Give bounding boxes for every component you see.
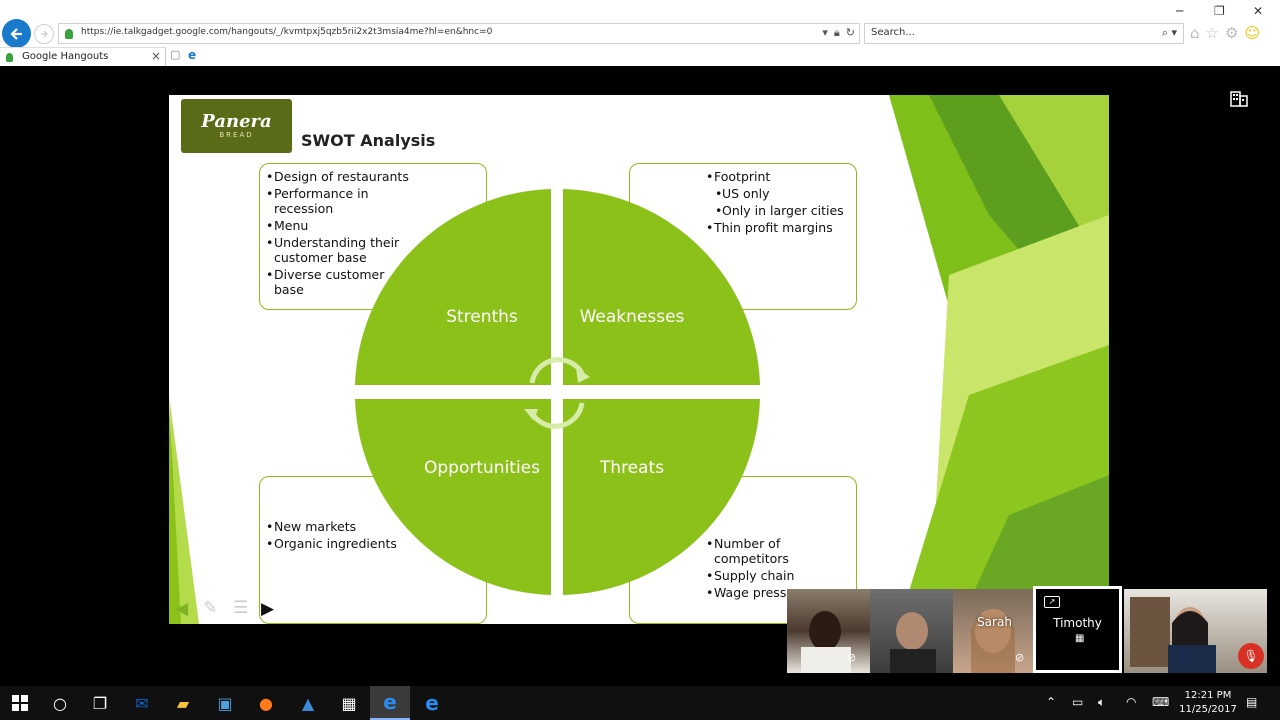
list-item: Thin profit margins — [706, 220, 844, 235]
list-item: Only in larger cities — [706, 203, 844, 218]
store-icon[interactable]: ▣ — [205, 686, 245, 720]
edge-icon[interactable]: e — [412, 686, 452, 720]
next-slide-button[interactable]: ▶ — [261, 599, 274, 619]
clock[interactable]: 12:21 PM 11/25/2017 — [1176, 689, 1240, 717]
panera-logo: Panera BREAD — [181, 99, 292, 153]
outlook-icon[interactable]: ✉ — [122, 686, 162, 720]
participant-tile[interactable]: ⊘ — [787, 589, 870, 673]
presentation-slide: Panera BREAD SWOT Analysis Strenths Weak… — [169, 95, 1109, 624]
url-text: https://ie.talkgadget.google.com/hangout… — [81, 27, 493, 37]
hangouts-icon — [6, 53, 13, 62]
list-item: Supply chain — [706, 568, 794, 583]
time: 12:21 PM — [1184, 690, 1232, 701]
menu-icon[interactable]: ☰ — [233, 598, 248, 618]
list-item: Number ofcompetitors — [706, 536, 794, 566]
opportunities-quadrant — [355, 399, 551, 595]
list-item: Footprint — [706, 169, 844, 184]
list-item: US only — [706, 186, 844, 201]
volume-icon[interactable]: 🔈︎ — [1098, 695, 1105, 710]
participant-tile-timothy[interactable]: ↗ Timothy ▦ — [1033, 586, 1122, 673]
opportunities-list: New markets Organic ingredients — [266, 519, 397, 551]
building-grid-icon[interactable] — [1230, 91, 1248, 111]
keyboard-icon[interactable]: ⌨ — [1152, 695, 1169, 709]
cortana-search-icon[interactable]: ○ — [40, 686, 80, 720]
participant-name: Timothy — [1053, 616, 1102, 630]
swot-circle — [355, 189, 760, 595]
home-icon[interactable]: ⌂ — [1190, 24, 1200, 42]
tab-title: Google Hangouts — [22, 51, 109, 62]
show-hidden-icons[interactable]: ⌃ — [1046, 695, 1056, 709]
firefox-icon[interactable]: ● — [246, 686, 286, 720]
search-icon[interactable]: ⌕ ▾ — [1162, 26, 1177, 40]
windows-icon — [12, 695, 28, 711]
file-explorer-icon[interactable]: ▰ — [163, 686, 203, 720]
app-icon[interactable]: ▲ — [288, 686, 328, 720]
close-tab-icon[interactable]: × — [151, 49, 161, 63]
list-item: Wage pressu — [706, 585, 794, 600]
screen-share-icon: ↗ — [1044, 596, 1060, 608]
forward-button[interactable] — [34, 24, 54, 44]
calculator-icon[interactable]: ▦ — [329, 686, 369, 720]
refresh-icon[interactable]: ↻ — [846, 26, 855, 40]
building-icon: ▦ — [1075, 633, 1085, 644]
internet-explorer-icon[interactable]: e — [370, 686, 410, 720]
date: 11/25/2017 — [1179, 704, 1237, 715]
restore-button[interactable]: ❐ — [1214, 4, 1225, 18]
close-window-button[interactable]: ✕ — [1253, 4, 1263, 18]
task-view-icon[interactable]: ❐ — [80, 686, 120, 720]
tab-google-hangouts[interactable]: Google Hangouts × — [0, 47, 166, 66]
dropdown-icon[interactable]: ▾ — [822, 26, 828, 40]
list-item: Menu — [266, 218, 409, 233]
windows-taskbar: ○ ❐ ✉ ▰ ▣ ● ▲ ▦ e e ⌃ ▭ 🔈︎ ◠ ⌨ 12:21 PM … — [0, 686, 1280, 720]
opportunities-label: Opportunities — [424, 458, 540, 478]
browser-chrome: ─ ❐ ✕ https://ie.talkgadget.google.com/h… — [0, 0, 1280, 66]
favorites-star-icon[interactable]: ☆ — [1206, 24, 1219, 42]
weaknesses-list: Footprint US only Only in larger cities … — [706, 169, 844, 235]
list-item: Understanding theircustomer base — [266, 235, 409, 265]
settings-gear-icon[interactable]: ⚙ — [1225, 24, 1238, 42]
search-input[interactable]: Search... ⌕ ▾ — [864, 23, 1184, 44]
participant-name: Sarah — [977, 615, 1012, 629]
search-placeholder: Search... — [871, 27, 915, 38]
new-tab-icon[interactable]: ▢ — [170, 48, 180, 61]
strengths-label: Strenths — [446, 307, 518, 327]
start-button[interactable] — [0, 686, 40, 720]
threats-list: Number ofcompetitors Supply chain Wage p… — [706, 536, 794, 600]
list-item: Design of restaurants — [266, 169, 409, 184]
minimize-button[interactable]: ─ — [1176, 4, 1183, 18]
participant-tile-sarah[interactable]: Sarah ⊘ — [953, 589, 1036, 673]
screen: ─ ❐ ✕ https://ie.talkgadget.google.com/h… — [0, 0, 1280, 720]
participant-video — [801, 611, 851, 673]
back-button[interactable] — [2, 19, 31, 48]
notifications-icon[interactable]: ▤ — [1246, 695, 1257, 709]
list-item: Diverse customerbase — [266, 267, 409, 297]
wifi-icon[interactable]: ◠ — [1126, 695, 1136, 709]
ie-icon[interactable]: e — [188, 48, 196, 62]
arrow-right-icon — [41, 30, 48, 38]
slide-title: SWOT Analysis — [301, 131, 436, 150]
threats-label: Threats — [599, 458, 665, 478]
weaknesses-label: Weaknesses — [579, 307, 685, 327]
site-icon — [65, 29, 73, 39]
participant-tile[interactable] — [870, 589, 953, 673]
arrow-left-icon — [9, 27, 22, 40]
list-item: Performance inrecession — [266, 186, 409, 216]
mic-off-icon: ⊘ — [1015, 651, 1025, 664]
mic-muted-icon[interactable]: 🎙︎ — [1238, 643, 1264, 669]
list-item: Organic ingredients — [266, 536, 397, 551]
participant-video — [890, 612, 936, 673]
prev-slide-button[interactable]: ◀ — [175, 599, 188, 619]
strengths-list: Design of restaurants Performance inrece… — [266, 169, 409, 297]
list-item: New markets — [266, 519, 397, 534]
mic-off-icon: ⊘ — [847, 651, 857, 664]
address-bar[interactable]: https://ie.talkgadget.google.com/hangout… — [58, 23, 860, 44]
pen-icon[interactable]: ✎ — [203, 598, 217, 618]
lock-icon[interactable]: 🔒︎ — [834, 26, 840, 40]
battery-icon[interactable]: ▭ — [1072, 695, 1083, 709]
feedback-smile-icon[interactable]: ☺ — [1244, 24, 1260, 42]
